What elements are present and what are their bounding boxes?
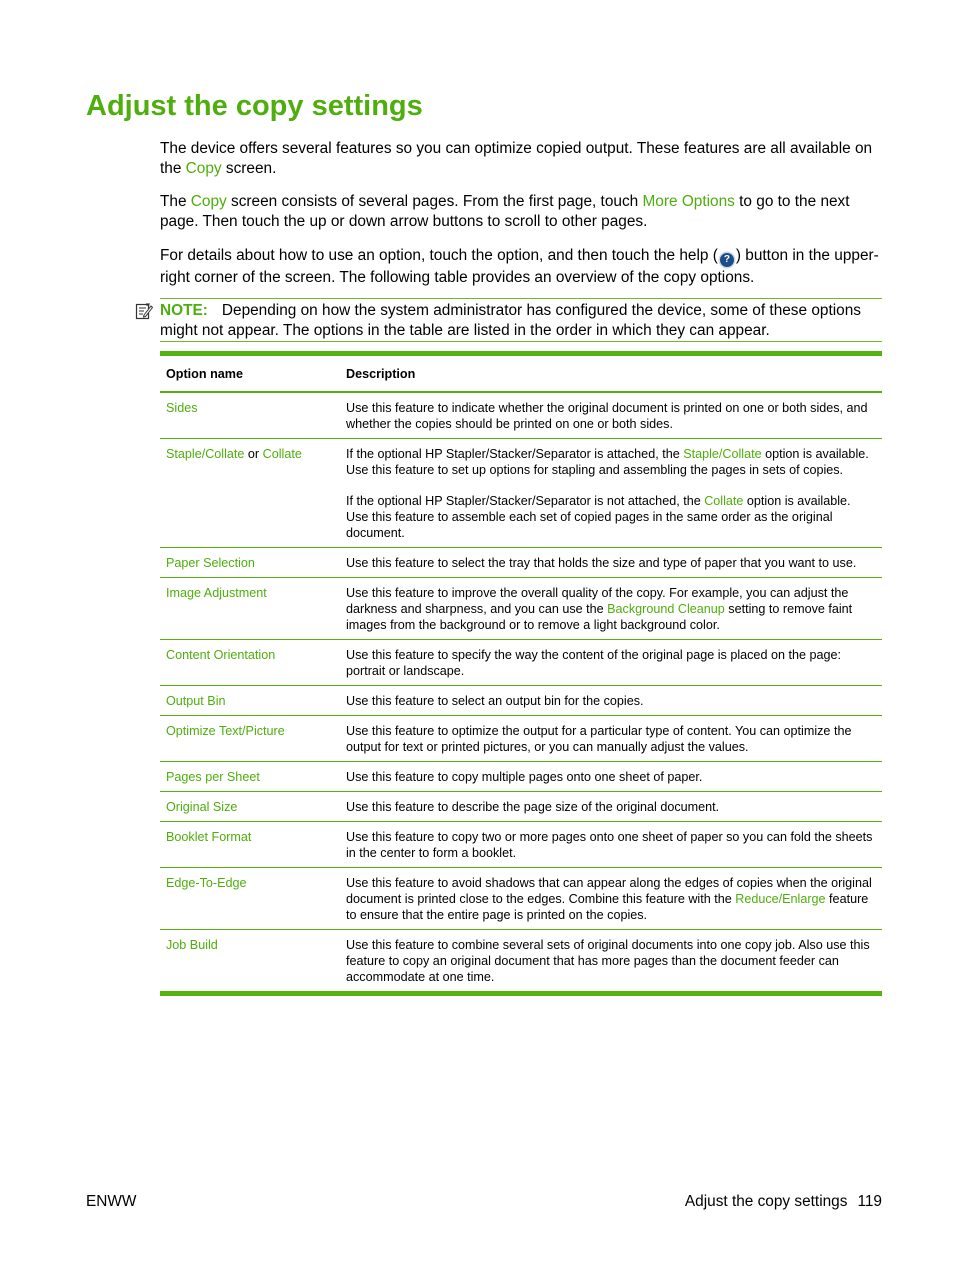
background-cleanup-link[interactable]: Background Cleanup [607, 602, 725, 616]
copy-screen-link[interactable]: Copy [186, 160, 222, 177]
staple-collate-link[interactable]: Staple/Collate [166, 447, 244, 461]
footer-section-title: Adjust the copy settings [684, 1193, 848, 1210]
collate-link[interactable]: Collate [263, 447, 302, 461]
option-description: Use this feature to optimize the output … [340, 715, 882, 762]
staple-collate-link[interactable]: Staple/Collate [683, 447, 761, 461]
text: The [160, 193, 191, 210]
help-icon: ? [719, 253, 734, 267]
page-number: 119 [857, 1193, 882, 1210]
copy-screen-link[interactable]: Copy [191, 193, 227, 210]
intro-paragraph-1: The device offers several features so yo… [160, 139, 882, 178]
collate-link[interactable]: Collate [704, 494, 743, 508]
table-row: Content Orientation Use this feature to … [160, 639, 882, 686]
column-header-description: Description [340, 356, 882, 393]
table-row: Edge-To-Edge Use this feature to avoid s… [160, 867, 882, 930]
text: If the optional HP Stapler/Stacker/Separ… [346, 494, 705, 508]
note-pad-icon [135, 303, 153, 320]
table-row: Paper Selection Use this feature to sele… [160, 547, 882, 578]
table-row: Pages per Sheet Use this feature to copy… [160, 761, 882, 792]
footer-right: Adjust the copy settings 119 [685, 1193, 882, 1211]
reduce-enlarge-link[interactable]: Reduce/Enlarge [735, 892, 825, 906]
option-description: Use this feature to combine several sets… [346, 938, 870, 984]
option-name[interactable]: Content Orientation [160, 639, 340, 686]
option-description: Use this feature to specify the way the … [340, 639, 882, 686]
option-name[interactable]: Paper Selection [160, 547, 340, 578]
more-options-link[interactable]: More Options [642, 193, 734, 210]
option-description: Use this feature to select the tray that… [340, 547, 882, 578]
text: or [244, 447, 263, 461]
text: If the optional HP Stapler/Stacker/Separ… [346, 447, 684, 461]
intro-paragraph-3: For details about how to use an option, … [160, 245, 882, 288]
option-description: Use this feature to describe the page si… [340, 791, 882, 822]
option-name[interactable]: Output Bin [160, 685, 340, 716]
copy-options-table: Option name Description Sides Use this f… [160, 351, 882, 996]
note-box: NOTE: Depending on how the system adminis… [135, 298, 882, 342]
text: For details about how to use an option, … [160, 247, 718, 264]
page-title: Adjust the copy settings [86, 90, 423, 122]
intro-paragraph-2: The Copy screen consists of several page… [160, 192, 882, 231]
table-row: Sides Use this feature to indicate wheth… [160, 392, 882, 439]
table-row: Staple/Collate or Collate If the optiona… [160, 438, 882, 548]
option-name[interactable]: Original Size [160, 791, 340, 822]
table-row: Optimize Text/Picture Use this feature t… [160, 715, 882, 762]
option-name[interactable]: Image Adjustment [160, 577, 340, 640]
option-name[interactable]: Edge-To-Edge [160, 867, 340, 930]
option-description: Use this feature to avoid shadows that c… [340, 867, 882, 930]
table-row: Output Bin Use this feature to select an… [160, 685, 882, 716]
footer-left-label: ENWW [86, 1193, 137, 1210]
option-name[interactable]: Job Build [160, 930, 340, 992]
option-name[interactable]: Booklet Format [160, 821, 340, 868]
text: screen consists of several pages. From t… [226, 193, 643, 210]
option-description: Use this feature to indicate whether the… [340, 392, 882, 439]
option-description: Use this feature to improve the overall … [340, 577, 882, 640]
option-description: If the optional HP Stapler/Stacker/Separ… [340, 438, 882, 548]
text: screen. [221, 159, 277, 177]
note-label: NOTE: [160, 302, 208, 319]
option-name[interactable]: Optimize Text/Picture [160, 715, 340, 762]
note-text: Depending on how the system administrato… [160, 302, 861, 339]
table-row: Job Build Use this feature to combine se… [160, 930, 882, 992]
option-name[interactable]: Pages per Sheet [160, 761, 340, 792]
option-name[interactable]: Sides [160, 392, 340, 439]
option-name: Staple/Collate or Collate [160, 438, 340, 548]
option-description: Use this feature to copy multiple pages … [340, 761, 882, 792]
table-row: Booklet Format Use this feature to copy … [160, 821, 882, 868]
table-header-row: Option name Description [160, 356, 882, 393]
option-description: Use this feature to select an output bin… [340, 685, 882, 716]
table-row: Image Adjustment Use this feature to imp… [160, 577, 882, 640]
option-description: Use this feature to copy two or more pag… [340, 821, 882, 868]
table-row: Original Size Use this feature to descri… [160, 791, 882, 822]
column-header-option-name: Option name [160, 356, 340, 393]
